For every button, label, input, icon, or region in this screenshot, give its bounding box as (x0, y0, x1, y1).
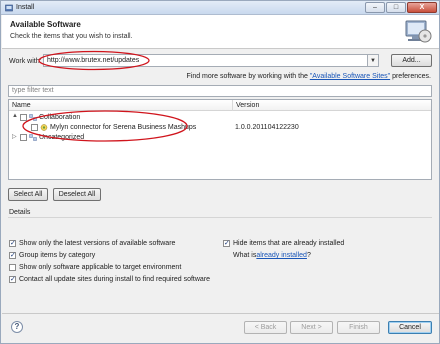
what-is-prefix: What is (233, 252, 257, 259)
option-target-environment[interactable]: Show only software applicable to target … (9, 264, 181, 271)
find-more-text: Find more software by working with the "… (186, 73, 431, 80)
next-button[interactable]: Next > (290, 321, 333, 334)
mylyn-connector-checkbox[interactable] (31, 124, 38, 131)
collaboration-checkbox[interactable] (20, 114, 27, 121)
uncategorized-checkbox[interactable] (20, 134, 27, 141)
latest-versions-checkbox[interactable]: ✓ (9, 240, 16, 247)
column-name[interactable]: Name (12, 102, 31, 109)
maximize-button[interactable]: □ (386, 2, 406, 13)
install-computer-icon (405, 20, 432, 43)
what-is-installed-text: What is already installed? (233, 252, 311, 259)
wizard-banner: Available Software Check the items that … (2, 15, 439, 49)
footer-separator (2, 313, 439, 314)
eclipse-install-icon (5, 4, 13, 12)
close-button[interactable]: X (407, 2, 437, 13)
target-environment-checkbox[interactable] (9, 264, 16, 271)
work-with-combo[interactable]: http://www.brutex.net/updates (43, 54, 368, 67)
select-all-button[interactable]: Select All (8, 188, 48, 201)
details-area (8, 217, 432, 237)
category-icon (29, 114, 37, 121)
find-more-suffix: preferences. (390, 73, 431, 80)
option-group-by-category[interactable]: ✓ Group items by category (9, 252, 95, 259)
plugin-icon (40, 124, 48, 131)
chevron-down-icon[interactable]: ▼ (368, 54, 379, 67)
column-version[interactable]: Version (236, 102, 259, 109)
expand-triangle-icon[interactable]: ▷ (12, 133, 17, 140)
window-title: Install (16, 4, 35, 11)
filter-input[interactable]: type filter text (8, 85, 432, 97)
minimize-button[interactable]: – (365, 2, 385, 13)
contact-update-sites-checkbox[interactable]: ✓ (9, 276, 16, 283)
install-dialog: Install – □ X Available Software Check t… (0, 0, 440, 344)
finish-button[interactable]: Finish (337, 321, 380, 334)
tree-item-label: Mylyn connector for Serena Business Mash… (50, 124, 197, 131)
tree-item-label: Uncategorized (39, 134, 85, 141)
back-button[interactable]: < Back (244, 321, 287, 334)
help-icon[interactable]: ? (11, 321, 23, 333)
details-label: Details (9, 209, 31, 216)
option-label: Contact all update sites during install … (19, 276, 211, 283)
tree-row-uncategorized[interactable]: ▷ Uncategorized (9, 133, 431, 142)
already-installed-link[interactable]: already installed (256, 252, 307, 259)
page-title: Available Software (10, 20, 81, 29)
work-with-label: Work with: (9, 58, 42, 65)
collapse-triangle-icon[interactable]: ▲ (12, 113, 18, 119)
what-is-suffix: ? (306, 252, 311, 259)
tree-header: Name Version (9, 100, 431, 111)
title-bar: Install – □ X (1, 1, 439, 15)
column-separator (232, 100, 233, 111)
deselect-all-button[interactable]: Deselect All (53, 188, 101, 201)
find-more-prefix: Find more software by working with the (186, 73, 310, 80)
software-tree: Name Version ▲ Collaboration Mylyn conne… (8, 99, 432, 180)
tree-row-collaboration[interactable]: ▲ Collaboration (9, 113, 431, 122)
option-label: Hide items that are already installed (233, 240, 345, 247)
tree-item-version: 1.0.0.201104122230 (235, 124, 299, 131)
add-site-button[interactable]: Add... (391, 54, 432, 67)
category-icon (29, 134, 37, 141)
group-by-category-checkbox[interactable]: ✓ (9, 252, 16, 259)
option-label: Group items by category (19, 252, 96, 259)
option-label: Show only software applicable to target … (19, 264, 182, 271)
option-latest-versions[interactable]: ✓ Show only the latest versions of avail… (9, 240, 175, 247)
hide-installed-checkbox[interactable]: ✓ (223, 240, 230, 247)
available-sites-link[interactable]: "Available Software Sites" (310, 73, 390, 80)
option-label: Show only the latest versions of availab… (19, 240, 176, 247)
option-hide-installed[interactable]: ✓ Hide items that are already installed (223, 240, 344, 247)
option-contact-update-sites[interactable]: ✓ Contact all update sites during instal… (9, 276, 210, 283)
page-subtitle: Check the items that you wish to install… (10, 33, 133, 40)
tree-item-label: Collaboration (39, 114, 81, 121)
tree-row-mylyn-connector[interactable]: Mylyn connector for Serena Business Mash… (9, 123, 431, 132)
cancel-button[interactable]: Cancel (388, 321, 432, 334)
